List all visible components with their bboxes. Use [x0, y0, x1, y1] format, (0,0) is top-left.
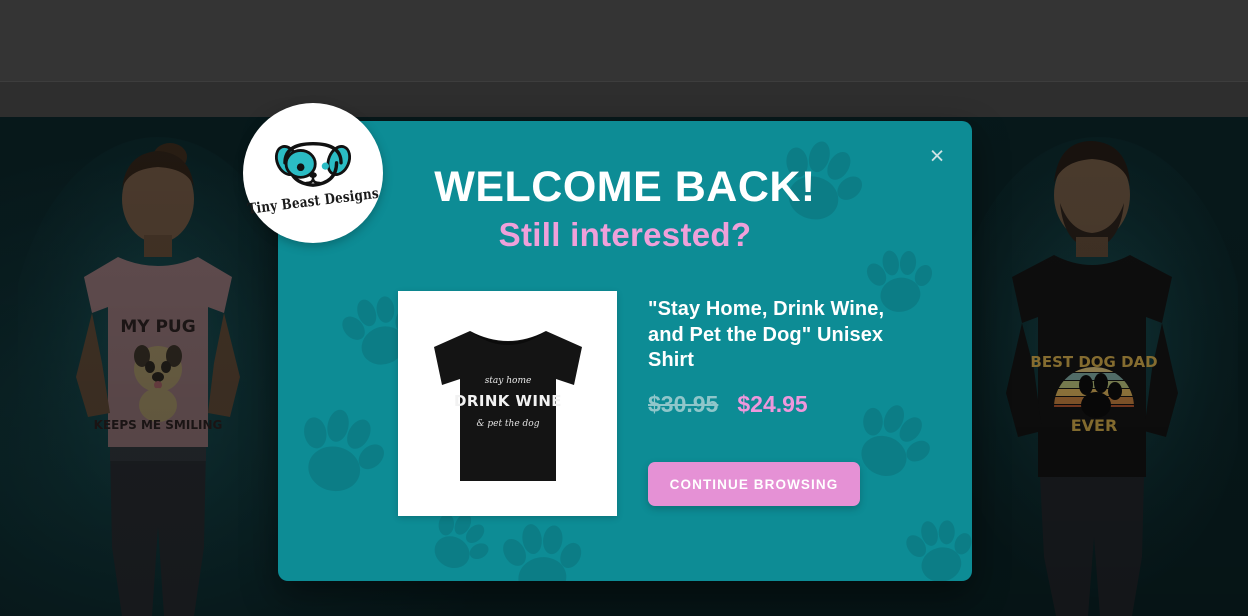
close-icon: × — [929, 141, 945, 170]
product-title: "Stay Home, Drink Wine, and Pet the Dog"… — [648, 298, 885, 372]
modal-logo-badge: Tiny Beast Designs — [243, 103, 383, 243]
site-header — [0, 0, 1248, 81]
page-root: MY PUG KEEPS ME SMILING — [0, 0, 1248, 616]
site-header-subbar — [0, 81, 1248, 117]
product-details: "Stay Home, Drink Wine, and Pet the Dog"… — [648, 297, 918, 418]
welcome-back-modal: × WELCOME BACK! Still interested? stay h… — [278, 121, 972, 581]
price-row: $30.95 $24.95 — [648, 391, 918, 418]
dog-head-logo-icon — [274, 141, 352, 187]
price-sale: $24.95 — [737, 390, 808, 417]
continue-browsing-button[interactable]: CONTINUE BROWSING — [648, 462, 860, 506]
product-image[interactable]: stay home DRINK WINE & pet the dog — [398, 291, 617, 516]
modal-close-button[interactable]: × — [922, 141, 952, 171]
svg-text:& pet the dog: & pet the dog — [476, 419, 539, 429]
modal-subtitle: Still interested? — [498, 216, 752, 253]
svg-text:stay home: stay home — [484, 376, 531, 386]
svg-text:DRINK WINE: DRINK WINE — [454, 392, 562, 410]
price-original: $30.95 — [648, 390, 719, 417]
black-tshirt-image: stay home DRINK WINE & pet the dog — [433, 330, 582, 481]
